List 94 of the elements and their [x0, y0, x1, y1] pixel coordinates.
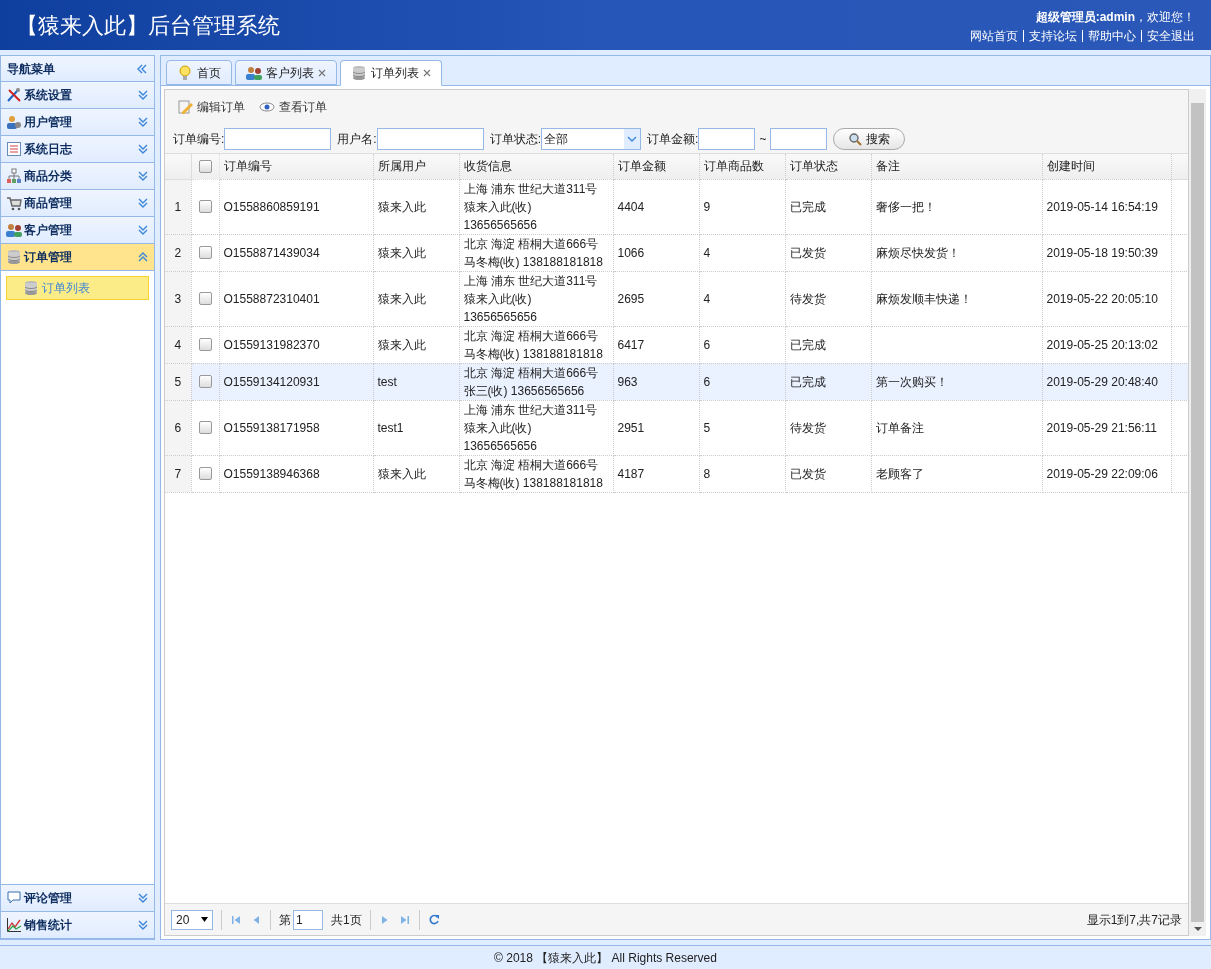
row-number: 3: [165, 271, 191, 326]
page-total: 共1页: [331, 911, 362, 929]
sidebar-item[interactable]: 客户管理: [1, 217, 154, 244]
input-field[interactable]: [698, 127, 756, 150]
checkbox[interactable]: [198, 421, 212, 434]
close-icon[interactable]: [423, 69, 431, 77]
chevrons-down-icon: [137, 197, 149, 209]
scrollbar[interactable]: [1189, 89, 1206, 936]
field-label: 用户名:: [337, 130, 377, 148]
tab[interactable]: 首页: [166, 60, 232, 85]
first-page-icon[interactable]: [230, 913, 242, 926]
row-number: 2: [165, 234, 191, 271]
row-number: 7: [165, 455, 191, 492]
sidebar-item[interactable]: 商品分类: [1, 163, 154, 190]
sidebar-item[interactable]: 用户管理: [1, 109, 154, 136]
input-field[interactable]: [224, 127, 332, 150]
chevrons-down-icon: [137, 89, 149, 101]
last-page-icon[interactable]: [398, 913, 411, 926]
record-summary: 显示1到7,共7记录: [1086, 911, 1182, 929]
table-cell: 8: [699, 455, 785, 492]
page-label: 第: [279, 911, 291, 929]
checkbox[interactable]: [198, 467, 212, 480]
search-icon: [848, 131, 863, 146]
chevrons-down-icon: [137, 224, 149, 236]
table-cell: 老顾客了: [871, 455, 1042, 492]
row-number: 5: [165, 363, 191, 400]
pencil-icon: [177, 99, 193, 115]
chevrons-down-icon: [137, 170, 149, 182]
chevrons-down-icon: [137, 919, 149, 931]
page-size-select[interactable]: 20: [171, 909, 213, 930]
hierarchy-icon: [6, 168, 22, 184]
row-number: 1: [165, 179, 191, 234]
header-link[interactable]: 网站首页: [965, 30, 1023, 42]
checkbox[interactable]: [198, 375, 212, 388]
bulb-icon: [177, 64, 193, 81]
sidebar-item[interactable]: 评论管理: [1, 885, 154, 912]
tools-icon: [6, 87, 22, 103]
chat-icon: [6, 890, 22, 906]
refresh-icon[interactable]: [427, 913, 440, 926]
chevrons-down-icon: [137, 116, 149, 128]
welcome-text: 超级管理员:admin，欢迎您！: [1035, 9, 1195, 26]
database-icon: [23, 280, 39, 296]
status-select[interactable]: 全部: [541, 127, 642, 150]
database-icon: [351, 65, 367, 81]
page-input[interactable]: 1: [293, 909, 323, 930]
tab[interactable]: 客户列表: [235, 60, 337, 85]
field-label: 订单状态:: [489, 130, 542, 148]
caret-icon: [201, 917, 208, 922]
chart-icon: [6, 917, 22, 933]
input-field[interactable]: [376, 127, 484, 150]
sidebar-item[interactable]: 订单管理: [1, 244, 154, 271]
checkbox[interactable]: [198, 338, 212, 351]
eye-icon: [259, 99, 275, 115]
cart-icon: [6, 195, 22, 211]
people-icon: [246, 64, 262, 81]
collapse-icon[interactable]: [136, 63, 148, 74]
input-field[interactable]: [770, 127, 828, 150]
document-icon: [6, 141, 22, 157]
field-label: 订单编号:: [173, 130, 225, 148]
checkbox[interactable]: [198, 246, 212, 259]
table-cell: 北京 海淀 梧桐大道666号 马冬梅(收) 138188181818: [459, 455, 613, 492]
chevrons-down-icon: [137, 143, 149, 155]
table-cell: 2019-05-29 22:09:06: [1042, 455, 1171, 492]
tab[interactable]: 订单列表: [340, 60, 442, 86]
range-separator: ~: [759, 130, 767, 148]
close-icon[interactable]: [318, 68, 326, 77]
toolbar-button[interactable]: 编辑订单: [177, 98, 245, 116]
table-cell: O1559138946368: [219, 455, 373, 492]
users-icon: [6, 114, 22, 130]
header-link[interactable]: 帮助中心: [1082, 30, 1141, 42]
app-title: 【猿来入此】后台管理系统: [16, 11, 280, 40]
database-icon: [6, 249, 22, 265]
sidebar-item[interactable]: 系统设置: [1, 82, 154, 109]
search-button[interactable]: 搜索: [833, 127, 906, 150]
table-cell: 4187: [613, 455, 699, 492]
sidebar-item[interactable]: 系统日志: [1, 136, 154, 163]
table-cell: 猿来入此: [373, 455, 459, 492]
sidebar-title: 导航菜单: [7, 60, 55, 78]
checkbox[interactable]: [198, 292, 212, 305]
checkbox[interactable]: [198, 200, 212, 213]
chevrons-up-icon: [137, 251, 149, 263]
header-link[interactable]: 支持论坛: [1023, 30, 1082, 42]
dropdown-icon: [624, 128, 641, 149]
chevrons-down-icon: [137, 892, 149, 904]
header-link[interactable]: 安全退出: [1141, 30, 1195, 42]
table-cell: 已发货: [785, 455, 871, 492]
row-number: 4: [165, 326, 191, 363]
row-number: 6: [165, 400, 191, 455]
sidebar-item[interactable]: 销售统计: [1, 912, 154, 939]
field-label: 订单金额:: [647, 130, 699, 148]
people-icon: [6, 222, 22, 238]
checkbox[interactable]: [198, 159, 212, 173]
sidebar-item[interactable]: 商品管理: [1, 190, 154, 217]
toolbar-button[interactable]: 查看订单: [259, 98, 327, 116]
